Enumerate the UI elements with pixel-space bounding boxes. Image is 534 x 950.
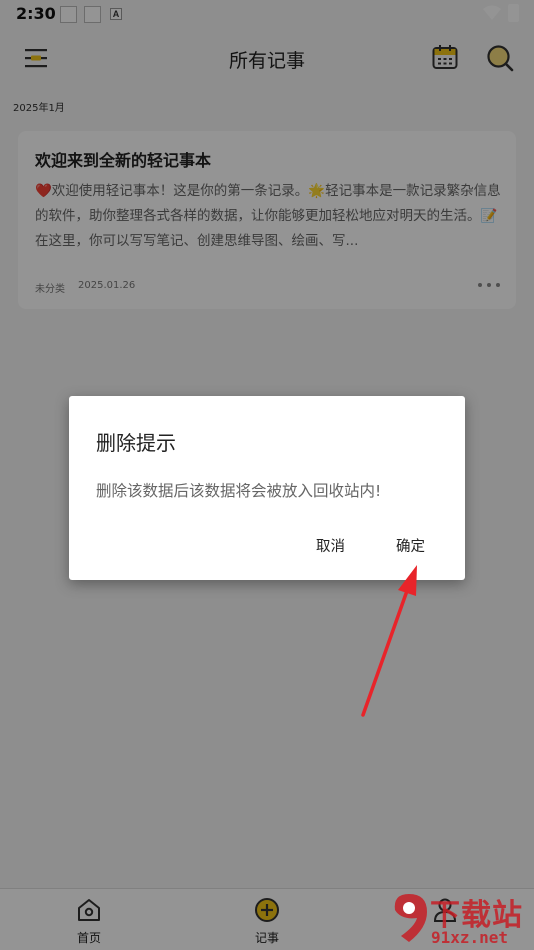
watermark: 下载站 91xz.net (385, 884, 534, 950)
app-screen: 2:30 A 所有记事 2025年1月 欢迎来到全新的轻记事本 ❤️欢迎使用轻记… (0, 0, 534, 950)
watermark-url: 91xz.net (431, 928, 509, 947)
confirm-button[interactable]: 确定 (396, 535, 425, 556)
watermark-logo-icon (394, 894, 427, 942)
dialog-title: 删除提示 (96, 431, 176, 455)
annotation-arrow-icon (361, 565, 417, 717)
cancel-button[interactable]: 取消 (316, 535, 345, 556)
dialog-message: 删除该数据后该数据将会被放入回收站内! (96, 482, 382, 500)
delete-confirm-dialog: 删除提示 删除该数据后该数据将会被放入回收站内! 取消 确定 (69, 396, 465, 580)
